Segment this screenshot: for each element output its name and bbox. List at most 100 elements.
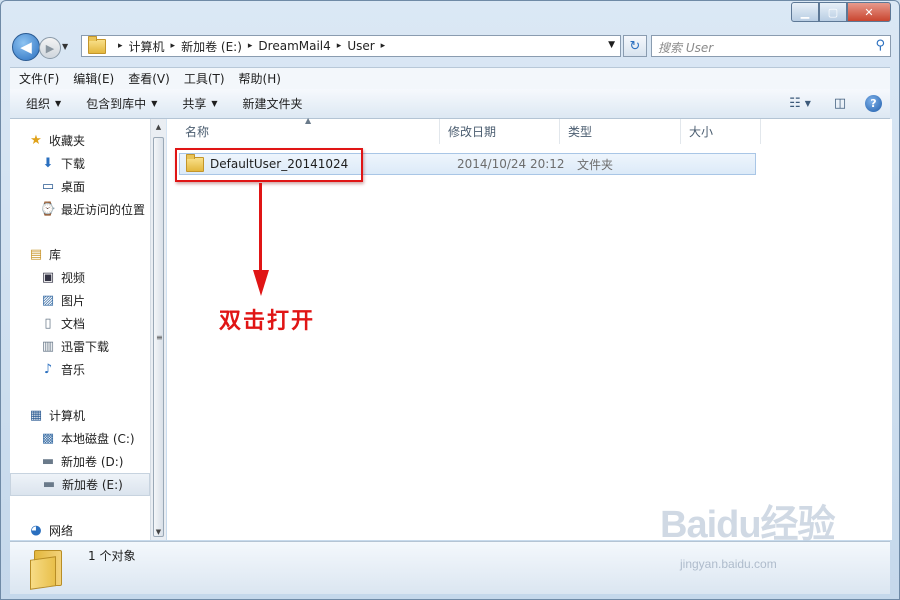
- sidebar-item-drive-d[interactable]: ▬ 新加卷 (D:): [10, 450, 150, 473]
- sidebar-item-label: 新加卷 (D:): [61, 455, 124, 469]
- baidu-logo: Baidu经验: [660, 504, 836, 546]
- navigation-scrollbar[interactable]: ▲ ≡ ▼: [150, 119, 166, 540]
- sidebar-item-label: 下载: [61, 157, 86, 171]
- system-drive-icon: ▩: [41, 431, 55, 446]
- column-header-label: 修改日期: [448, 125, 497, 139]
- scroll-up-icon[interactable]: ▲: [151, 119, 166, 135]
- drive-icon: ▬: [41, 454, 55, 469]
- column-header-name[interactable]: 名称: [167, 119, 440, 144]
- column-header-label: 名称: [185, 125, 210, 139]
- sidebar-item-libraries[interactable]: ▤ 库: [10, 243, 150, 266]
- search-icon[interactable]: ⚲: [875, 38, 885, 53]
- organize-label: 组织: [26, 97, 51, 111]
- breadcrumb-separator-icon[interactable]: ▸: [118, 41, 123, 51]
- change-view-button[interactable]: ☷ ▼: [789, 93, 811, 113]
- refresh-button[interactable]: ↻: [623, 35, 647, 57]
- breadcrumb-separator-icon[interactable]: ▸: [337, 41, 342, 51]
- chevron-down-icon: ▼: [211, 99, 218, 108]
- view-list-icon: ☷: [789, 95, 801, 111]
- sidebar-item-label: 音乐: [61, 363, 86, 377]
- forward-button[interactable]: ▶: [39, 37, 61, 59]
- refresh-icon: ↻: [629, 38, 641, 54]
- arrow-down-icon: [253, 270, 269, 296]
- address-bar[interactable]: ▸ 计算机 ▸ 新加卷 (E:) ▸ DreamMail4 ▸ User ▸ ▼: [81, 35, 621, 57]
- grip-icon: ≡: [156, 333, 163, 342]
- breadcrumb-separator-icon[interactable]: ▸: [381, 41, 386, 51]
- file-type: 文件夹: [577, 157, 614, 172]
- desktop-icon: ▭: [41, 179, 55, 194]
- sidebar-item-drive-c[interactable]: ▩ 本地磁盘 (C:): [10, 427, 150, 450]
- navigation-row: ◀ ▶ ▼ ▸ 计算机 ▸ 新加卷 (E:) ▸ DreamMail4 ▸ Us…: [9, 32, 891, 61]
- scroll-down-icon[interactable]: ▼: [151, 524, 166, 540]
- close-button[interactable]: ✕: [847, 2, 891, 22]
- column-header-size[interactable]: 大小: [681, 119, 761, 144]
- sidebar-item-network[interactable]: ◕ 网络: [10, 519, 150, 540]
- document-icon: ▯: [44, 316, 52, 331]
- address-dropdown-icon[interactable]: ▼: [608, 40, 615, 50]
- sidebar-item-recent-places[interactable]: ⌚ 最近访问的位置: [10, 198, 150, 221]
- sidebar-item-label: 计算机: [49, 409, 86, 423]
- breadcrumb-drive-e[interactable]: 新加卷 (E:): [181, 38, 242, 55]
- breadcrumb: ▸ 计算机 ▸ 新加卷 (E:) ▸ DreamMail4 ▸ User ▸: [88, 35, 391, 55]
- sidebar-item-drive-e[interactable]: ▬ 新加卷 (E:): [10, 473, 150, 496]
- minimize-button[interactable]: ▁: [791, 2, 819, 22]
- column-header-label: 类型: [568, 125, 593, 139]
- chevron-down-icon: ▼: [55, 99, 62, 108]
- sidebar-item-music[interactable]: ♪ 音乐: [10, 358, 150, 381]
- sidebar-item-desktop[interactable]: ▭ 桌面: [10, 175, 150, 198]
- sidebar-item-favorites[interactable]: ★ 收藏夹: [10, 129, 150, 152]
- menu-view[interactable]: 查看(V): [123, 70, 175, 87]
- network-icon: ◕: [30, 523, 42, 538]
- preview-pane-button[interactable]: ◫: [829, 93, 851, 113]
- sidebar-item-label: 新加卷 (E:): [62, 478, 123, 492]
- sidebar-item-label: 最近访问的位置: [61, 203, 146, 217]
- sidebar-item-videos[interactable]: ▣ 视频: [10, 266, 150, 289]
- menu-tools[interactable]: 工具(T): [179, 70, 230, 87]
- new-folder-button[interactable]: 新建文件夹: [234, 95, 312, 112]
- breadcrumb-dreammail4[interactable]: DreamMail4: [258, 39, 330, 53]
- star-icon: ★: [30, 133, 42, 148]
- sidebar-item-label: 文档: [61, 317, 86, 331]
- menu-help[interactable]: 帮助(H): [234, 70, 286, 87]
- organize-button[interactable]: 组织 ▼: [17, 95, 70, 112]
- watermark-url: jingyan.baidu.com: [680, 557, 777, 571]
- search-input[interactable]: 搜索 User ⚲: [651, 35, 891, 57]
- sidebar-item-label: 迅雷下载: [61, 340, 110, 354]
- column-header-label: 大小: [689, 125, 714, 139]
- pictures-icon: ▨: [41, 293, 55, 308]
- breadcrumb-computer[interactable]: 计算机: [129, 38, 165, 55]
- library-icon: ▤: [29, 247, 43, 262]
- sidebar-item-label: 库: [49, 248, 62, 262]
- menu-edit[interactable]: 编辑(E): [68, 70, 119, 87]
- breadcrumb-user[interactable]: User: [347, 39, 374, 53]
- column-header-type[interactable]: 类型: [560, 119, 681, 144]
- scrollbar-thumb[interactable]: ≡: [153, 137, 164, 537]
- column-header-modified[interactable]: 修改日期: [440, 119, 560, 144]
- sidebar-item-label: 本地磁盘 (C:): [61, 432, 135, 446]
- drive-icon: ▬: [42, 477, 56, 492]
- back-button[interactable]: ◀: [12, 33, 40, 61]
- sidebar-item-documents[interactable]: ▯ 文档: [10, 312, 150, 335]
- new-folder-label: 新建文件夹: [242, 97, 303, 111]
- folder-icon: [30, 550, 62, 590]
- help-icon[interactable]: ?: [865, 94, 882, 112]
- maximize-button[interactable]: ▢: [819, 2, 847, 22]
- sidebar-item-thunder-downloads[interactable]: ▥ 迅雷下载: [10, 335, 150, 358]
- include-in-library-button[interactable]: 包含到库中 ▼: [77, 95, 166, 112]
- sidebar-item-pictures[interactable]: ▨ 图片: [10, 289, 150, 312]
- sidebar-item-downloads[interactable]: ⬇ 下载: [10, 152, 150, 175]
- share-button[interactable]: 共享 ▼: [173, 95, 226, 112]
- breadcrumb-separator-icon[interactable]: ▸: [248, 41, 253, 51]
- breadcrumb-separator-icon[interactable]: ▸: [171, 41, 176, 51]
- recent-pages-button[interactable]: ▼: [62, 42, 68, 51]
- chevron-down-icon: ▼: [62, 42, 69, 51]
- highlight-box: [175, 148, 363, 182]
- menu-file[interactable]: 文件(F): [14, 70, 64, 87]
- folder-icon: [88, 35, 106, 54]
- computer-icon: ▦: [29, 408, 43, 423]
- sidebar-item-computer[interactable]: ▦ 计算机: [10, 404, 150, 427]
- navigation-pane: ★ 收藏夹 ⬇ 下载 ▭ 桌面 ⌚ 最近访问的位置 ▤ 库 ▣ 视频 ▨ 图片 ▯ 文档 ▥ 迅雷…: [10, 119, 150, 540]
